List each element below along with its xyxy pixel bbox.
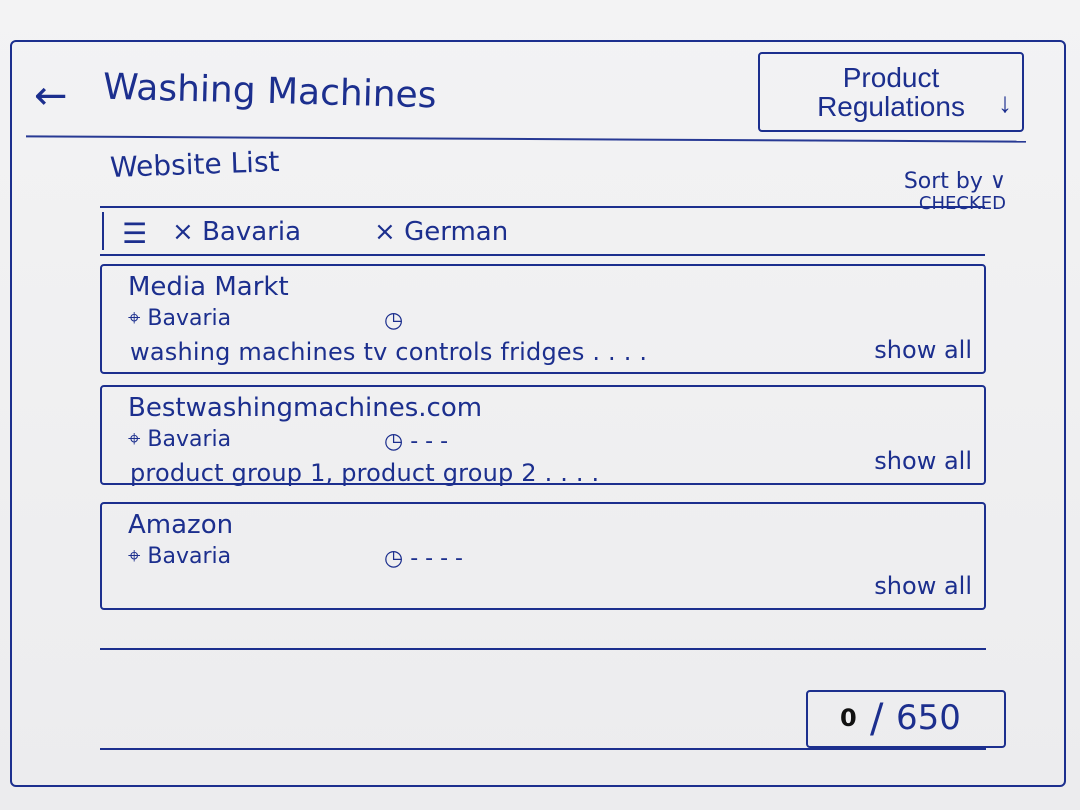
- website-list-title: Website List: [109, 145, 280, 184]
- arrow-left-icon: ←: [34, 73, 68, 119]
- location: ⌖ Bavaria: [128, 306, 232, 331]
- current-count: 0: [840, 704, 857, 732]
- product-regulations-button[interactable]: Product Regulations ↓: [758, 52, 1024, 132]
- count-separator: /: [870, 696, 884, 742]
- product-regulations-label: Product Regulations: [817, 61, 965, 122]
- page-title: Washing Machines: [102, 66, 437, 117]
- total-count: 650: [896, 698, 961, 738]
- product-groups: product group 1, product group 2 . . . .: [130, 459, 600, 487]
- location-pin-icon: ⌖: [128, 306, 141, 331]
- time-status: ◷ - - - -: [384, 546, 463, 571]
- filter-chip-bavaria[interactable]: × Bavaria: [172, 217, 301, 247]
- location: ⌖ Bavaria: [128, 544, 232, 569]
- show-all-button[interactable]: show all: [874, 449, 972, 473]
- filter-bar: ☰ × Bavaria × German: [100, 206, 985, 256]
- location-pin-icon: ⌖: [128, 427, 141, 452]
- website-name: Bestwashingmachines.com: [128, 393, 483, 423]
- clock-icon: ◷: [384, 308, 404, 333]
- show-all-button[interactable]: show all: [874, 338, 972, 362]
- filter-chip-german[interactable]: × German: [374, 217, 508, 247]
- remove-filter-icon[interactable]: ×: [172, 217, 194, 247]
- clock-icon: ◷: [384, 429, 404, 454]
- location: ⌖ Bavaria: [128, 427, 232, 452]
- list-item[interactable]: Amazon ⌖ Bavaria ◷ - - - - show all: [100, 502, 986, 610]
- product-groups: washing machines tv controls fridges . .…: [130, 338, 648, 366]
- show-all-button[interactable]: show all: [874, 574, 972, 598]
- filter-bar-left-divider: [102, 212, 104, 250]
- location-pin-icon: ⌖: [128, 544, 141, 569]
- list-item[interactable]: Bestwashingmachines.com ⌖ Bavaria ◷ - - …: [100, 385, 986, 485]
- filter-icon[interactable]: ☰: [122, 217, 147, 250]
- clock-icon: ◷: [384, 546, 404, 571]
- chevron-down-icon: ↓: [998, 87, 1012, 118]
- website-name: Media Markt: [128, 272, 289, 302]
- back-button[interactable]: ←: [34, 76, 68, 116]
- sort-chevron-icon: ∨: [989, 169, 1006, 194]
- filter-chip-label: Bavaria: [202, 217, 301, 247]
- sort-by-label: Sort by: [903, 169, 983, 194]
- time-status: ◷: [384, 310, 403, 332]
- list-item[interactable]: Media Markt ⌖ Bavaria ◷ washing machines…: [100, 264, 986, 374]
- time-status: ◷ - - -: [384, 429, 449, 454]
- filter-chip-label: German: [404, 217, 509, 247]
- remove-filter-icon[interactable]: ×: [374, 217, 396, 247]
- page-counter: 0 / 650: [806, 690, 1006, 748]
- website-name: Amazon: [128, 510, 234, 540]
